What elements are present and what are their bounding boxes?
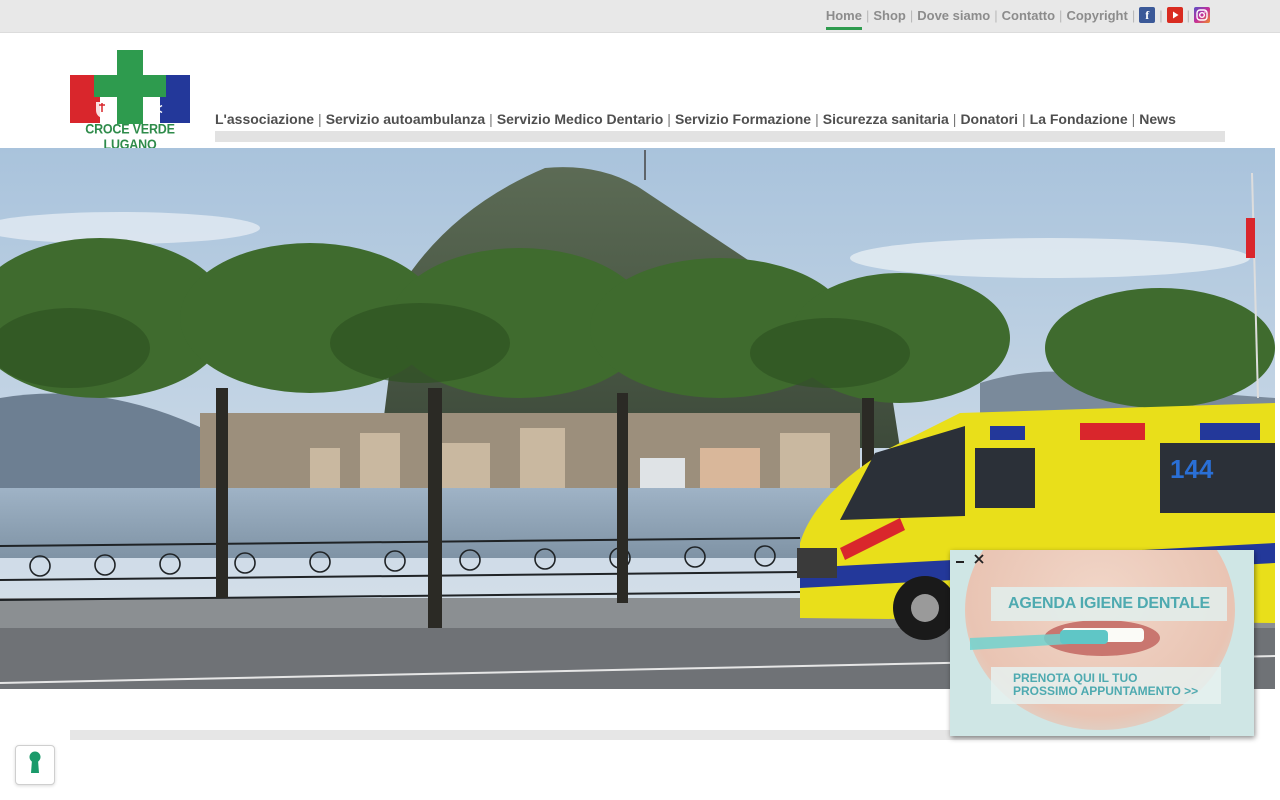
nav-donatori[interactable]: Donatori (960, 111, 1018, 127)
top-nav-copyright-link[interactable]: Copyright (1066, 8, 1127, 27)
instagram-icon[interactable] (1194, 7, 1210, 23)
dental-agenda-popup[interactable]: AGENDA IGIENE DENTALE PRENOTA QUI IL TUO… (950, 550, 1254, 736)
top-nav-dove-siamo-link[interactable]: Dove siamo (917, 8, 990, 27)
ambulance-144-text: 144 (1170, 454, 1214, 484)
popup-title: AGENDA IGIENE DENTALE (991, 587, 1227, 621)
close-icon[interactable] (972, 552, 986, 566)
separator: | (952, 111, 957, 127)
separator: | (318, 111, 322, 127)
top-nav-shop-link[interactable]: Shop (873, 8, 906, 27)
separator: | (1159, 7, 1163, 23)
separator: | (994, 7, 998, 23)
separator: | (865, 7, 870, 23)
nav-servizio-formazione[interactable]: Servizio Formazione (675, 111, 811, 127)
main-navigation: L'associazione | Servizio autoambulanza … (215, 111, 1176, 127)
croce-verde-emblem (70, 50, 190, 124)
popup-background-smile (950, 550, 1254, 736)
separator: | (909, 7, 914, 23)
separator: | (815, 111, 819, 127)
youtube-icon[interactable] (1166, 7, 1183, 23)
nav-servizio-medico-dentario[interactable]: Servizio Medico Dentario (497, 111, 663, 127)
keyhole-icon (28, 751, 42, 780)
separator: | (1059, 7, 1063, 23)
nav-associazione[interactable]: L'associazione (215, 111, 314, 127)
separator: | (667, 111, 671, 127)
top-nav-contatto-link[interactable]: Contatto (1002, 8, 1055, 27)
privacy-settings-button[interactable] (15, 745, 55, 785)
nav-la-fondazione[interactable]: La Fondazione (1030, 111, 1128, 127)
cta-line-2: PROSSIMO APPUNTAMENTO >> (1013, 684, 1199, 698)
separator: | (1131, 111, 1136, 127)
separator: | (1186, 7, 1190, 23)
top-bar: Home | Shop | Dove siamo | Contatto | Co… (0, 0, 1280, 33)
minimize-icon[interactable] (953, 552, 967, 566)
nav-news[interactable]: News (1139, 111, 1176, 127)
top-nav-home-link[interactable]: Home (825, 8, 863, 30)
facebook-icon[interactable]: f (1139, 7, 1156, 23)
nav-servizio-autoambulanza[interactable]: Servizio autoambulanza (326, 111, 485, 127)
nav-sicurezza-sanitaria[interactable]: Sicurezza sanitaria (823, 111, 949, 127)
top-navigation: Home | Shop | Dove siamo | Contatto | Co… (825, 7, 1210, 30)
site-logo[interactable]: CROCE VERDE LUGANO (70, 50, 190, 152)
separator: | (1131, 7, 1136, 23)
separator: | (1022, 111, 1026, 127)
book-appointment-link[interactable]: PRENOTA QUI IL TUO PROSSIMO APPUNTAMENTO… (991, 667, 1221, 704)
nav-underline-bar (215, 131, 1225, 142)
separator: | (489, 111, 493, 127)
